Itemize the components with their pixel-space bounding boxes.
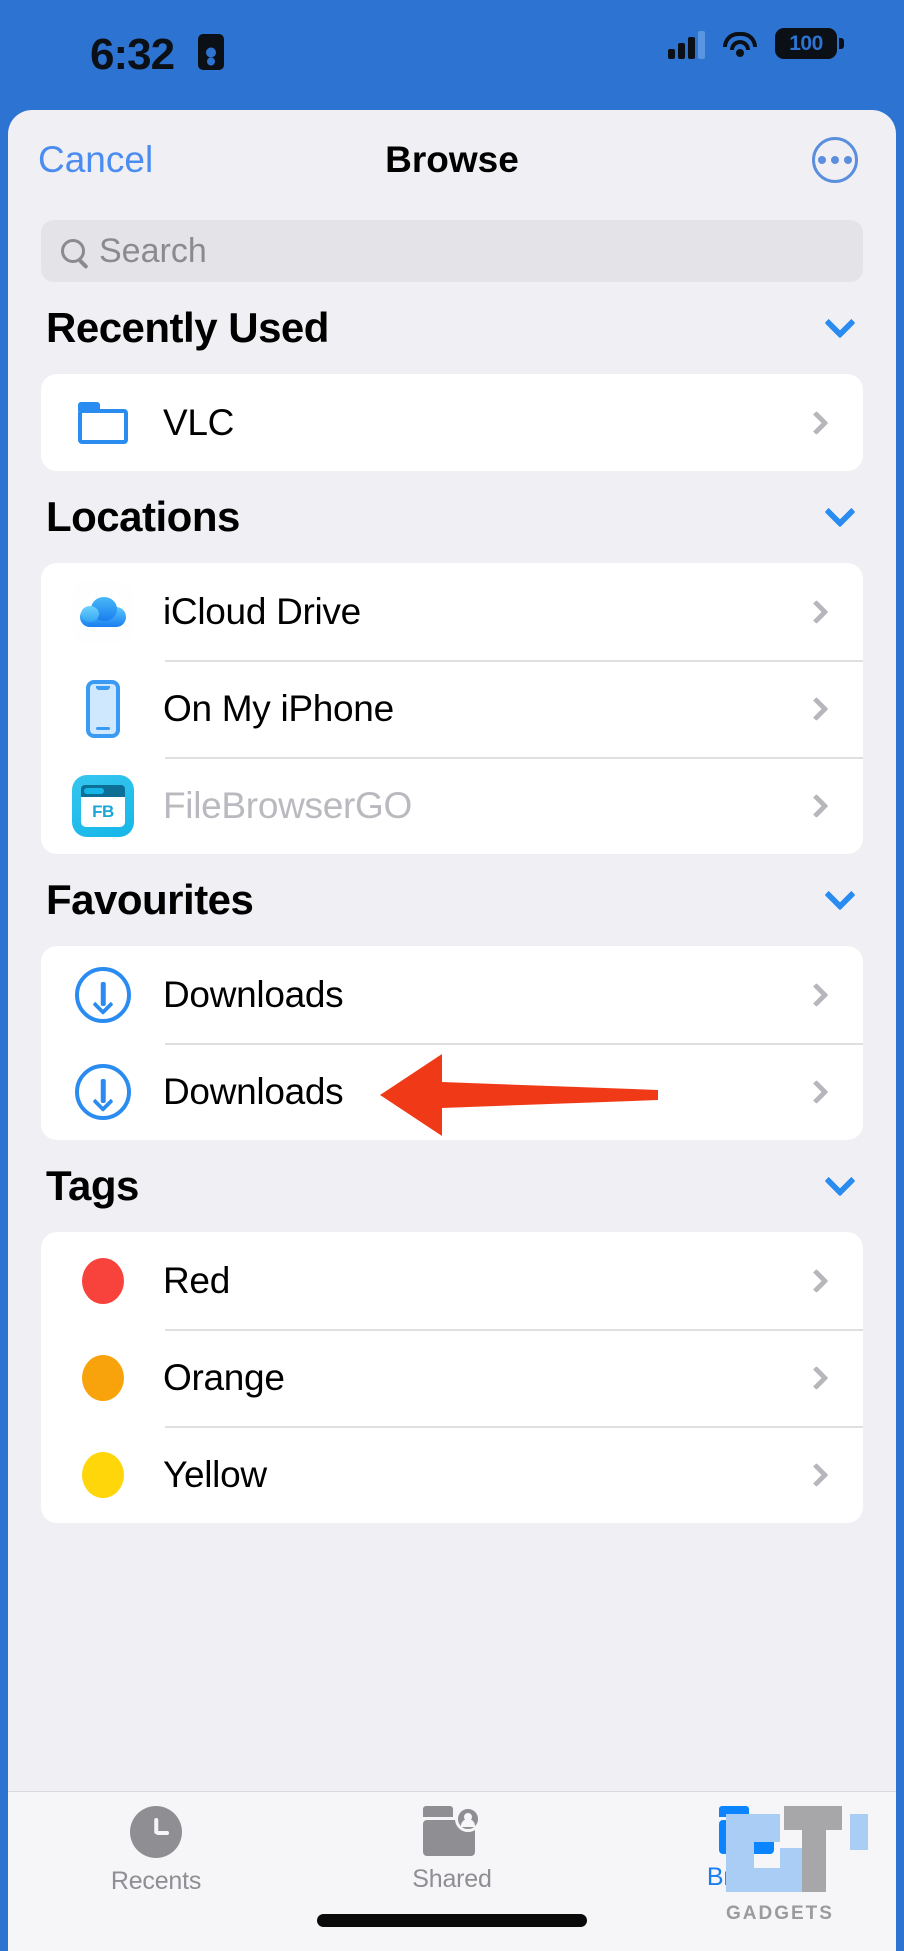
tab-recents[interactable]: Recents bbox=[9, 1806, 302, 1896]
list-item[interactable]: Yellow bbox=[41, 1426, 863, 1523]
download-circle-icon bbox=[69, 966, 137, 1023]
shared-folder-icon bbox=[423, 1806, 481, 1856]
tab-label: Recents bbox=[110, 1867, 202, 1895]
tab-shared[interactable]: Shared bbox=[305, 1806, 598, 1894]
gt-gadgets-watermark: GADGETS bbox=[718, 1796, 878, 1931]
status-bar: 6:32 100 bbox=[0, 0, 904, 110]
list-item-label: VLC bbox=[163, 401, 235, 443]
list-item-label: iCloud Drive bbox=[163, 590, 361, 632]
list-item[interactable]: VLC bbox=[41, 374, 863, 471]
status-bar-time: 6:32 bbox=[90, 30, 175, 79]
clock-icon bbox=[130, 1806, 182, 1858]
list-item-label: Red bbox=[163, 1259, 230, 1301]
section-card-locations: iCloud Drive On My iPhone FB FileBrowser… bbox=[41, 563, 863, 854]
section-title: Locations bbox=[46, 493, 240, 540]
home-indicator bbox=[317, 1914, 587, 1927]
tab-label: Shared bbox=[412, 1865, 492, 1893]
search-icon bbox=[61, 239, 85, 263]
tag-dot-icon bbox=[69, 1257, 137, 1304]
lock-portrait-icon bbox=[198, 34, 224, 70]
section-card-favourites: Downloads Downloads bbox=[41, 946, 863, 1140]
chevron-right-icon bbox=[804, 1079, 829, 1104]
chevron-down-icon[interactable] bbox=[824, 879, 856, 911]
section-title: Recently Used bbox=[46, 304, 329, 351]
download-circle-icon bbox=[69, 1063, 137, 1120]
iphone-icon bbox=[69, 679, 137, 738]
tag-dot-icon bbox=[69, 1451, 137, 1498]
chevron-right-icon bbox=[804, 410, 829, 435]
list-item[interactable]: Red bbox=[41, 1232, 863, 1329]
list-item-label: Yellow bbox=[163, 1453, 267, 1495]
list-item-label: Downloads bbox=[163, 973, 344, 1015]
cancel-button[interactable]: Cancel bbox=[38, 139, 153, 181]
list-item[interactable]: iCloud Drive bbox=[41, 563, 863, 660]
chevron-right-icon bbox=[804, 1462, 829, 1487]
list-item-label: On My iPhone bbox=[163, 687, 394, 729]
list-item[interactable]: On My iPhone bbox=[41, 660, 863, 757]
section-header-tags[interactable]: Tags bbox=[8, 1140, 896, 1232]
chevron-right-icon bbox=[804, 1365, 829, 1390]
files-browse-sheet: Cancel Browse Recently Used bbox=[8, 110, 896, 1951]
chevron-right-icon bbox=[804, 599, 829, 624]
search-bar[interactable] bbox=[41, 220, 863, 282]
section-header-locations[interactable]: Locations bbox=[8, 471, 896, 563]
chevron-down-icon[interactable] bbox=[824, 496, 856, 528]
section-card-recently-used: VLC bbox=[41, 374, 863, 471]
chevron-right-icon bbox=[804, 696, 829, 721]
section-header-recently-used[interactable]: Recently Used bbox=[8, 282, 896, 374]
status-bar-indicators: 100 bbox=[668, 28, 844, 59]
search-input[interactable] bbox=[99, 231, 843, 271]
folder-outline-icon bbox=[69, 401, 137, 444]
watermark-label: GADGETS bbox=[726, 1903, 834, 1924]
list-item-label: Orange bbox=[163, 1356, 285, 1398]
icloud-drive-icon bbox=[69, 580, 137, 643]
ellipsis-circle-icon[interactable] bbox=[812, 137, 858, 183]
section-header-favourites[interactable]: Favourites bbox=[8, 854, 896, 946]
chevron-down-icon[interactable] bbox=[824, 307, 856, 339]
tag-dot-icon bbox=[69, 1354, 137, 1401]
chevron-right-icon bbox=[804, 1268, 829, 1293]
list-item[interactable]: Downloads bbox=[41, 946, 863, 1043]
list-item[interactable]: Downloads bbox=[41, 1043, 863, 1140]
chevron-right-icon bbox=[804, 793, 829, 818]
section-title: Favourites bbox=[46, 876, 254, 923]
filebrowsergo-app-icon: FB bbox=[69, 774, 137, 837]
battery-level-text: 100 bbox=[789, 31, 823, 55]
gt-logo-icon bbox=[726, 1806, 868, 1892]
list-item-label: Downloads bbox=[163, 1070, 344, 1112]
page-title: Browse bbox=[385, 139, 519, 180]
wifi-icon bbox=[722, 30, 758, 58]
filebrowsergo-icon-text: FB bbox=[92, 801, 114, 821]
battery-full-icon: 100 bbox=[775, 28, 844, 59]
phone-screen: 6:32 100 Cancel Browse Search Recently U… bbox=[0, 0, 904, 1951]
navigation-bar: Cancel Browse bbox=[8, 110, 896, 210]
section-card-tags: Red Orange Yellow bbox=[41, 1232, 863, 1523]
section-title: Tags bbox=[46, 1162, 139, 1209]
cellular-signal-icon bbox=[668, 29, 705, 59]
list-item[interactable]: FB FileBrowserGO bbox=[41, 757, 863, 854]
list-item[interactable]: Orange bbox=[41, 1329, 863, 1426]
chevron-right-icon bbox=[804, 982, 829, 1007]
browse-list: Recently Used VLC Locations iCloud Drive… bbox=[8, 282, 896, 1523]
chevron-down-icon[interactable] bbox=[824, 1165, 856, 1197]
list-item-label: FileBrowserGO bbox=[163, 784, 412, 826]
